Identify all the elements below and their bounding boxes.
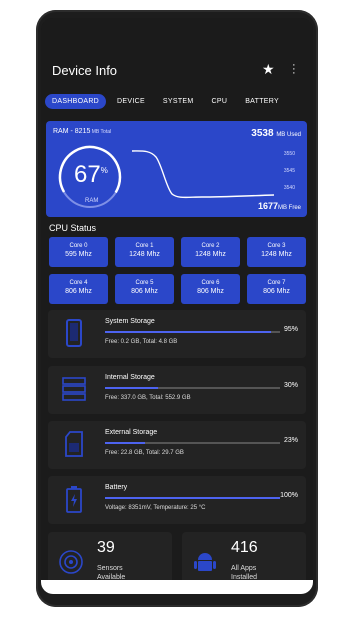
cpu-core-grid: Core 0 595 Mhz Core 1 1248 Mhz Core 2 1248 …	[49, 237, 306, 304]
storage-percent: 23%	[283, 437, 298, 444]
storage-percent: 95%	[283, 326, 298, 333]
ram-percent: 67%	[74, 161, 108, 189]
graph-axis-label-top: 3550	[283, 151, 295, 157]
storage-progress-bar	[105, 387, 280, 389]
core-frequency: 806 Mhz	[65, 288, 92, 295]
phone-icon	[66, 319, 82, 347]
core-card[interactable]: Core 4 806 Mhz	[49, 274, 108, 304]
core-name: Core 1	[135, 243, 154, 249]
ram-used-unit: MB Used	[276, 132, 301, 138]
battery-percent: 100%	[280, 492, 298, 499]
internal-storage-card[interactable]: Internal Storage 30% Free: 337.0 GB, Tot…	[48, 366, 306, 414]
storage-info: Free: 337.0 GB, Total: 552.9 GB	[105, 395, 191, 401]
core-frequency: 806 Mhz	[197, 288, 224, 295]
storage-percent: 30%	[283, 382, 298, 389]
storage-label: Internal Storage	[105, 374, 155, 381]
graph-axis-label-mid: 3545	[283, 168, 295, 174]
ram-percent-value: 67	[74, 161, 101, 188]
cpu-status-title: CPU Status	[49, 223, 97, 233]
apps-label-line1: All Apps	[231, 565, 257, 572]
apps-count: 416	[231, 539, 258, 556]
battery-info: Voltage: 8351mV, Temperature: 25 °C	[105, 505, 206, 511]
core-frequency: 806 Mhz	[131, 288, 158, 295]
core-frequency: 806 Mhz	[263, 288, 290, 295]
storage-label: External Storage	[105, 429, 158, 436]
tab-device[interactable]: DEVICE	[110, 94, 152, 109]
system-storage-card[interactable]: System Storage 95% Free: 0.2 GB, Total: …	[48, 310, 306, 358]
battery-card[interactable]: Battery 100% Voltage: 8351mV, Temperatur…	[48, 476, 306, 524]
core-name: Core 0	[69, 243, 88, 249]
storage-label: Battery	[105, 484, 128, 491]
overflow-menu-icon[interactable]: · · ·	[292, 60, 296, 79]
tab-cpu[interactable]: CPU	[205, 94, 235, 109]
storage-progress-fill	[105, 387, 158, 389]
storage-label: System Storage	[105, 318, 155, 325]
core-frequency: 1248 Mhz	[195, 251, 226, 258]
sensors-label-line1: Sensors	[97, 565, 123, 572]
core-card[interactable]: Core 1 1248 Mhz	[115, 237, 174, 267]
storage-info: Free: 22.8 GB, Total: 29.7 GB	[105, 450, 184, 456]
core-frequency: 1248 Mhz	[261, 251, 292, 258]
ram-used: 3538 MB Used	[251, 128, 301, 139]
core-frequency: 595 Mhz	[65, 251, 92, 258]
tab-dashboard[interactable]: DASHBOARD	[45, 93, 107, 109]
battery-icon	[66, 486, 82, 513]
sensors-count: 39	[97, 539, 115, 556]
server-icon	[62, 377, 86, 401]
core-name: Core 4	[69, 280, 88, 286]
core-name: Core 7	[267, 280, 286, 286]
storage-progress-bar	[105, 442, 280, 444]
tab-battery[interactable]: BATTERY	[238, 94, 286, 109]
storage-info: Free: 0.2 GB, Total: 4.8 GB	[105, 339, 178, 345]
core-frequency: 1248 Mhz	[129, 251, 160, 258]
core-card[interactable]: Core 0 595 Mhz	[49, 237, 108, 267]
storage-progress-bar	[105, 331, 280, 333]
sd-card-icon	[65, 431, 83, 457]
app-bar: Device Info ★ · · ·	[41, 18, 313, 90]
graph-axis-label-bottom: 3540	[283, 185, 295, 191]
favorite-star-icon[interactable]: ★	[262, 61, 275, 78]
ram-total-unit: MB Total	[90, 129, 112, 135]
ram-free-unit: MB Free	[277, 205, 301, 211]
tab-system[interactable]: SYSTEM	[156, 94, 201, 109]
ram-free-value: 1677	[257, 201, 278, 211]
ram-free: 1677MB Free	[258, 201, 301, 211]
core-card[interactable]: Core 3 1248 Mhz	[247, 237, 306, 267]
ram-used-value: 3538	[251, 128, 274, 139]
core-card[interactable]: Core 6 806 Mhz	[181, 274, 240, 304]
core-card[interactable]: Core 7 806 Mhz	[247, 274, 306, 304]
ram-usage-graph	[132, 150, 274, 199]
ram-card[interactable]: RAM - 8215 MB Total 3538 MB Used 67% RAM…	[46, 121, 307, 217]
core-name: Core 6	[201, 280, 220, 286]
ram-gauge-label: RAM	[85, 198, 99, 204]
ram-title: RAM - 8215 MB Total	[53, 128, 111, 135]
android-icon	[194, 553, 216, 571]
app-screen: Device Info ★ · · · DASHBOARD DEVICE SYSTE…	[41, 18, 313, 594]
ram-label: RAM -	[53, 128, 75, 135]
core-name: Core 3	[267, 243, 286, 249]
core-name: Core 5	[135, 280, 154, 286]
system-navigation-bar	[41, 580, 313, 594]
storage-progress-fill	[105, 442, 146, 444]
tab-bar: DASHBOARD DEVICE SYSTEM CPU BATTERY	[45, 93, 309, 109]
battery-progress-fill	[105, 497, 280, 499]
ram-percent-sign: %	[100, 166, 108, 175]
external-storage-card[interactable]: External Storage 23% Free: 22.8 GB, Tota…	[48, 421, 306, 469]
core-card[interactable]: Core 2 1248 Mhz	[181, 237, 240, 267]
app-title: Device Info	[52, 63, 118, 78]
storage-progress-fill	[105, 331, 272, 333]
ram-total: 8215	[74, 128, 91, 135]
core-name: Core 2	[201, 243, 220, 249]
sensor-icon	[59, 550, 83, 574]
core-card[interactable]: Core 5 806 Mhz	[115, 274, 174, 304]
battery-progress-bar	[105, 497, 280, 499]
